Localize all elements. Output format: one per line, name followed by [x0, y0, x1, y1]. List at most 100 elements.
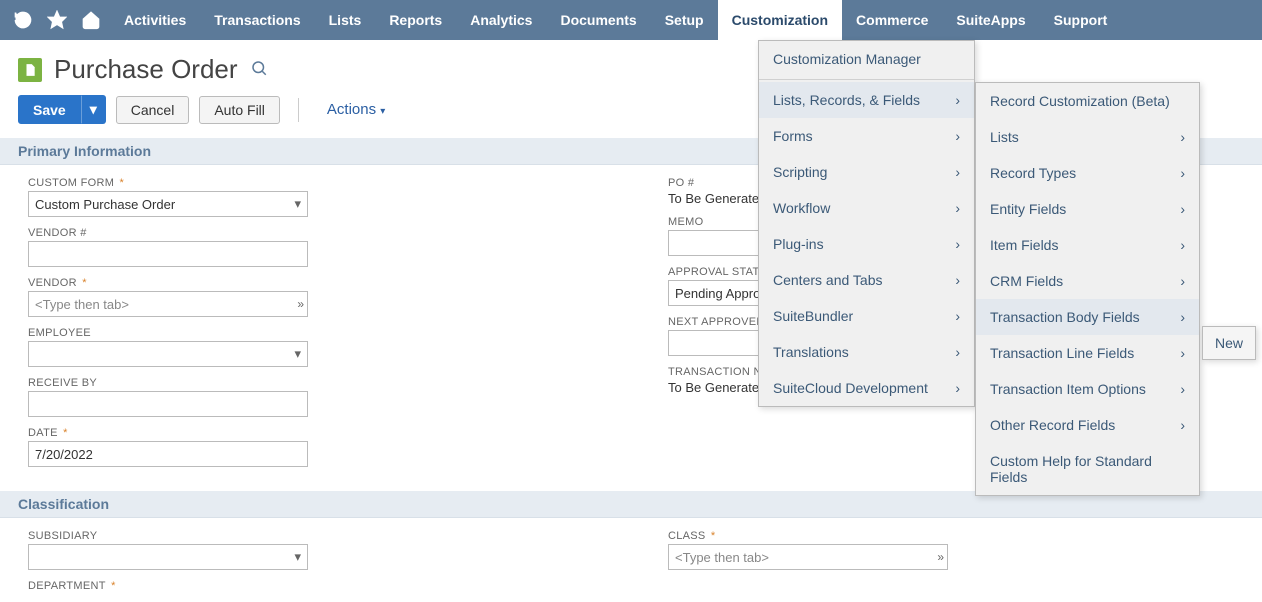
actions-menu[interactable]: Actions ▾ — [317, 101, 385, 118]
customization-menu: Customization Manager Lists, Records, & … — [758, 40, 975, 407]
chevron-right-icon: › — [1180, 129, 1185, 145]
menu-item-label: Item Fields — [990, 237, 1058, 253]
select-value: Custom Purchase Order — [35, 197, 175, 212]
menu-transaction-body-fields[interactable]: Transaction Body Fields › — [976, 299, 1199, 335]
field-label: SUBSIDIARY — [28, 530, 612, 542]
record-type-icon — [18, 58, 42, 82]
history-icon[interactable] — [8, 5, 38, 35]
chevron-right-icon: › — [1180, 381, 1185, 397]
menu-item-label: Record Customization (Beta) — [990, 93, 1170, 109]
menu-item-label: SuiteBundler — [773, 308, 853, 324]
chevron-right-icon: › — [955, 128, 960, 144]
field-custom-form: CUSTOM FORM * Custom Purchase Order ▾ — [28, 177, 612, 217]
nav-commerce[interactable]: Commerce — [842, 0, 942, 40]
search-icon[interactable] — [250, 59, 268, 80]
menu-transaction-item-options[interactable]: Transaction Item Options › — [976, 371, 1199, 407]
field-label: CUSTOM FORM * — [28, 177, 612, 189]
menu-item-label: Scripting — [773, 164, 827, 180]
chevron-down-icon: ▾ — [294, 346, 301, 362]
menu-item-label: Transaction Item Options — [990, 381, 1146, 397]
menu-record-customization-beta[interactable]: Record Customization (Beta) — [976, 83, 1199, 119]
employee-select[interactable]: ▾ — [28, 341, 308, 367]
menu-lists[interactable]: Lists › — [976, 119, 1199, 155]
nav-analytics[interactable]: Analytics — [456, 0, 546, 40]
menu-custom-help-standard-fields[interactable]: Custom Help for Standard Fields — [976, 443, 1199, 495]
custom-form-select[interactable]: Custom Purchase Order ▾ — [28, 191, 308, 217]
menu-crm-fields[interactable]: CRM Fields › — [976, 263, 1199, 299]
vendor-num-input[interactable] — [28, 241, 308, 267]
menu-item-label: Other Record Fields — [990, 417, 1115, 433]
actions-label: Actions — [327, 101, 376, 118]
menu-suitecloud-dev[interactable]: SuiteCloud Development › — [759, 370, 974, 406]
save-button[interactable]: Save — [18, 95, 81, 124]
classification-left-column: SUBSIDIARY ▾ DEPARTMENT * — [0, 530, 640, 602]
menu-record-types[interactable]: Record Types › — [976, 155, 1199, 191]
field-label: DEPARTMENT * — [28, 580, 612, 592]
field-label: DATE * — [28, 427, 612, 439]
menu-item-label: Centers and Tabs — [773, 272, 882, 288]
menu-customization-manager[interactable]: Customization Manager — [759, 41, 974, 77]
menu-item-label: Lists — [990, 129, 1019, 145]
menu-workflow[interactable]: Workflow › — [759, 190, 974, 226]
field-class: CLASS * <Type then tab> » — [668, 530, 1234, 570]
field-subsidiary: SUBSIDIARY ▾ — [28, 530, 612, 570]
nav-documents[interactable]: Documents — [546, 0, 650, 40]
menu-item-label: Plug-ins — [773, 236, 824, 252]
class-select[interactable]: <Type then tab> » — [668, 544, 948, 570]
home-icon[interactable] — [76, 5, 106, 35]
nav-setup[interactable]: Setup — [651, 0, 718, 40]
field-label: VENDOR * — [28, 277, 612, 289]
nav-customization[interactable]: Customization — [718, 0, 842, 40]
date-input[interactable] — [28, 441, 308, 467]
menu-plugins[interactable]: Plug-ins › — [759, 226, 974, 262]
select-placeholder: <Type then tab> — [35, 297, 129, 312]
chevron-right-icon: › — [1180, 237, 1185, 253]
chevron-right-icon: › — [955, 380, 960, 396]
menu-scripting[interactable]: Scripting › — [759, 154, 974, 190]
menu-item-label: Custom Help for Standard Fields — [990, 453, 1185, 485]
field-label: CLASS * — [668, 530, 1234, 542]
menu-transaction-line-fields[interactable]: Transaction Line Fields › — [976, 335, 1199, 371]
menu-item-fields[interactable]: Item Fields › — [976, 227, 1199, 263]
caret-down-icon: ▾ — [380, 106, 385, 117]
vendor-select[interactable]: <Type then tab> » — [28, 291, 308, 317]
receive-by-input[interactable] — [28, 391, 308, 417]
menu-suitebundler[interactable]: SuiteBundler › — [759, 298, 974, 334]
save-dropdown[interactable]: ▾ — [81, 95, 106, 124]
menu-item-label: SuiteCloud Development — [773, 380, 928, 396]
field-date: DATE * — [28, 427, 612, 467]
autofill-button[interactable]: Auto Fill — [199, 96, 280, 124]
menu-other-record-fields[interactable]: Other Record Fields › — [976, 407, 1199, 443]
menu-translations[interactable]: Translations › — [759, 334, 974, 370]
menu-item-label: Lists, Records, & Fields — [773, 92, 920, 108]
field-vendor-num: VENDOR # — [28, 227, 612, 267]
menu-item-label: Forms — [773, 128, 813, 144]
star-icon[interactable] — [42, 5, 72, 35]
menu-item-label: Workflow — [773, 200, 830, 216]
nav-transactions[interactable]: Transactions — [200, 0, 314, 40]
menu-entity-fields[interactable]: Entity Fields › — [976, 191, 1199, 227]
chevron-right-icon: › — [955, 92, 960, 108]
menu-item-label: Transaction Body Fields — [990, 309, 1140, 325]
nav-reports[interactable]: Reports — [375, 0, 456, 40]
subsidiary-select[interactable]: ▾ — [28, 544, 308, 570]
menu-forms[interactable]: Forms › — [759, 118, 974, 154]
chevron-right-icon: › — [955, 200, 960, 216]
save-button-group: Save ▾ — [18, 95, 106, 124]
menu-centers-tabs[interactable]: Centers and Tabs › — [759, 262, 974, 298]
field-receive-by: RECEIVE BY — [28, 377, 612, 417]
required-indicator: * — [108, 580, 116, 592]
nav-support[interactable]: Support — [1040, 0, 1122, 40]
menu-item-label: Record Types — [990, 165, 1076, 181]
nav-activities[interactable]: Activities — [110, 0, 200, 40]
chevron-right-icon: › — [1180, 201, 1185, 217]
field-department: DEPARTMENT * — [28, 580, 612, 592]
required-indicator: * — [116, 177, 124, 189]
cancel-button[interactable]: Cancel — [116, 96, 190, 124]
nav-lists[interactable]: Lists — [315, 0, 376, 40]
flyout-new[interactable]: New — [1202, 326, 1256, 360]
menu-lists-records-fields[interactable]: Lists, Records, & Fields › — [759, 82, 974, 118]
divider — [298, 98, 299, 122]
field-label: RECEIVE BY — [28, 377, 612, 389]
nav-suiteapps[interactable]: SuiteApps — [942, 0, 1039, 40]
